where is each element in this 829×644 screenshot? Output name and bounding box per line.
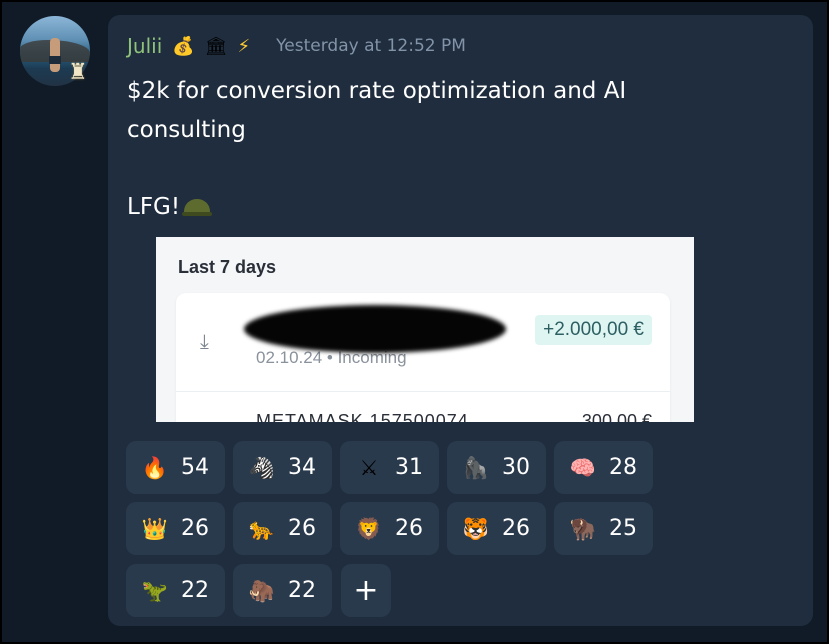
reaction-brain[interactable]: 🧠 28 — [554, 441, 653, 494]
reaction-count: 26 — [502, 516, 530, 541]
reaction-fire[interactable]: 🔥 54 — [126, 441, 225, 494]
reaction-leopard[interactable]: 🐆 26 — [233, 502, 332, 555]
reaction-count: 54 — [181, 455, 209, 480]
username[interactable]: Julii — [127, 34, 162, 58]
bank-icon: 🏛 — [204, 35, 228, 57]
transaction-card: ⤓ 02.10.24 • Incoming +2.000,00 € METAMA… — [176, 293, 670, 422]
reaction-crown[interactable]: 👑 26 — [126, 502, 225, 555]
lfg-text: LFG! — [127, 194, 181, 220]
message-text: $2k for conversion rate optimization and… — [127, 78, 627, 143]
divider — [176, 391, 670, 392]
avatar-person — [50, 38, 60, 72]
reaction-tiger[interactable]: 🐯 26 — [447, 502, 546, 555]
reaction-count: 22 — [181, 578, 209, 603]
reaction-count: 31 — [395, 455, 423, 480]
reaction-mammoth[interactable]: 🦣 22 — [233, 564, 332, 617]
mammoth-icon: 🦣 — [248, 578, 276, 603]
reaction-count: 26 — [395, 516, 423, 541]
reaction-count: 22 — [288, 578, 316, 603]
avatar-shorts — [49, 56, 61, 64]
message-text-2: LFG! — [127, 188, 213, 227]
zebra-icon: 🦓 — [248, 455, 276, 480]
attachment-title: Last 7 days — [178, 257, 277, 277]
reaction-lion[interactable]: 🦁 26 — [340, 502, 439, 555]
attachment-image[interactable]: Last 7 days ⤓ 02.10.24 • Incoming +2.000… — [156, 237, 694, 422]
lion-icon: 🦁 — [355, 516, 383, 541]
redaction-blob — [244, 305, 506, 353]
gorilla-icon: 🦍 — [462, 455, 490, 480]
message-header: Julii 💰 🏛 ⚡ Yesterday at 12:52 PM — [127, 32, 466, 60]
reaction-bison[interactable]: 🦬 25 — [554, 502, 653, 555]
bison-icon: 🦬 — [569, 516, 597, 541]
helmet-icon — [182, 197, 213, 219]
reaction-count: 28 — [609, 455, 637, 480]
tiger-icon: 🐯 — [462, 516, 490, 541]
rook-icon: ♜ — [68, 60, 88, 85]
lightning-icon: ⚡ — [237, 35, 251, 57]
fire-icon: 🔥 — [141, 455, 169, 480]
reaction-count: 26 — [181, 516, 209, 541]
reaction-gorilla[interactable]: 🦍 30 — [447, 441, 546, 494]
money-bag-icon: 💰 — [172, 35, 195, 57]
reaction-zebra[interactable]: 🦓 34 — [233, 441, 332, 494]
next-transaction-label: METAMASK 157500074 — [256, 411, 469, 422]
crown-icon: 👑 — [141, 516, 169, 541]
reaction-trex[interactable]: 🦖 22 — [126, 564, 225, 617]
reaction-count: 25 — [609, 516, 637, 541]
transaction-amount: +2.000,00 € — [535, 315, 652, 345]
timestamp: Yesterday at 12:52 PM — [276, 36, 466, 56]
t-rex-icon: 🦖 — [141, 578, 169, 603]
reaction-count: 30 — [502, 455, 530, 480]
add-reaction-button[interactable]: + — [341, 564, 391, 617]
brain-icon: 🧠 — [569, 455, 597, 480]
reaction-swords[interactable]: ⚔ 31 — [340, 441, 439, 494]
leopard-icon: 🐆 — [248, 516, 276, 541]
download-icon: ⤓ — [200, 329, 209, 353]
next-transaction-amount: 300,00 € — [581, 411, 652, 422]
reaction-count: 34 — [288, 455, 316, 480]
reaction-count: 26 — [288, 516, 316, 541]
crossed-swords-icon: ⚔ — [359, 455, 379, 480]
